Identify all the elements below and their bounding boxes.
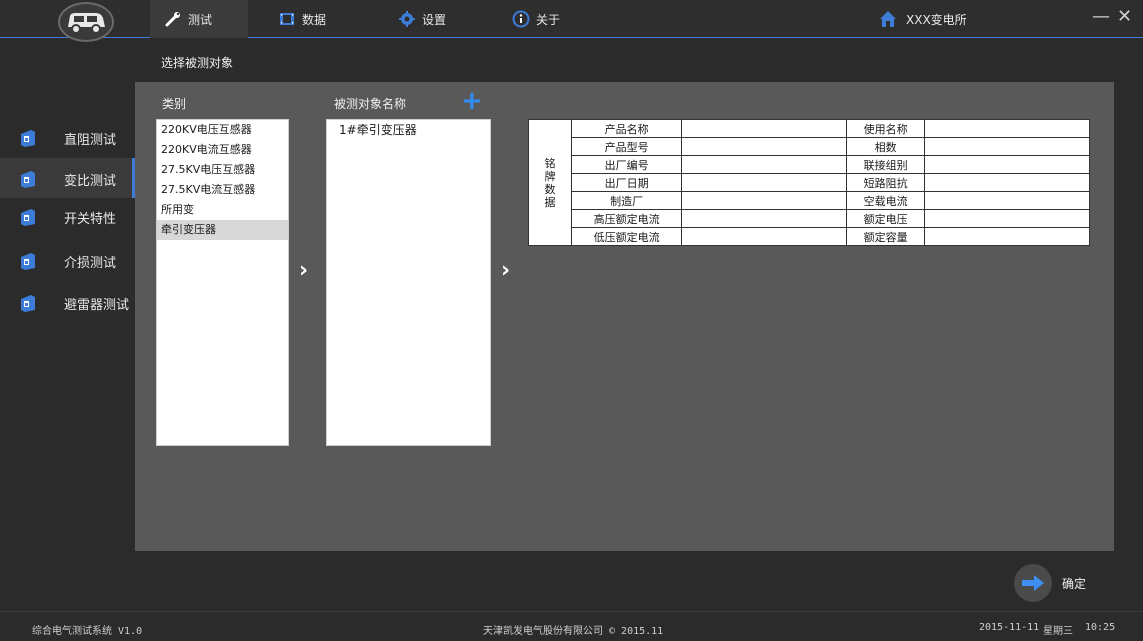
sidebar-item-label: 直阻测试 — [64, 133, 117, 148]
sidebar-item-ratio[interactable]: 变比测试 — [0, 158, 135, 198]
field-value[interactable] — [924, 173, 1090, 192]
info-icon — [512, 10, 530, 28]
field-label: 空载电流 — [846, 191, 925, 210]
home-icon — [880, 11, 896, 27]
field-label: 使用名称 — [846, 119, 925, 138]
company-copyright: 天津凯发电气股份有限公司 © 2015.11 — [483, 626, 664, 637]
list-item-selected[interactable]: 牵引变压器 — [157, 220, 288, 240]
sub-header: 选择被测对象 — [135, 38, 1143, 82]
next-arrow-icon[interactable]: › — [501, 258, 510, 283]
table-row: 高压额定电流 额定电压 — [529, 209, 1090, 228]
sidebar-item-arrester[interactable]: 避雷器测试 — [0, 282, 135, 322]
field-value[interactable] — [681, 173, 848, 192]
sidebar-item-label: 变比测试 — [64, 174, 117, 189]
table-row: 产品型号 相数 — [529, 137, 1090, 156]
tab-settings[interactable]: 设置 — [398, 0, 446, 38]
list-item[interactable]: 所用变 — [157, 200, 288, 220]
field-label: 联接组别 — [846, 155, 925, 174]
list-item[interactable]: 27.5KV电压互感器 — [157, 160, 288, 180]
list-item[interactable]: 220KV电压互感器 — [157, 120, 288, 140]
field-value[interactable] — [681, 191, 848, 210]
wrench-icon — [165, 12, 180, 27]
top-bar: 测试 数据 设置 关于 XXX变电所 — ✕ — [0, 0, 1143, 38]
sidebar-item-label: 开关特性 — [64, 212, 117, 227]
field-value[interactable] — [924, 191, 1090, 210]
table-row: 出厂日期 短路阻抗 — [529, 173, 1090, 192]
main-panel: 类别 220KV电压互感器 220KV电流互感器 27.5KV电压互感器 27.… — [135, 82, 1114, 551]
field-label: 额定容量 — [846, 227, 925, 246]
field-label: 高压额定电流 — [570, 209, 683, 228]
field-label: 产品名称 — [570, 119, 683, 138]
field-value[interactable] — [924, 119, 1090, 138]
page-title: 选择被测对象 — [161, 56, 234, 70]
field-value[interactable] — [681, 209, 848, 228]
field-value[interactable] — [924, 137, 1090, 156]
device-icon — [21, 295, 35, 312]
status-date: 2015-11-11 — [979, 622, 1040, 633]
tab-test-label: 测试 — [188, 12, 213, 27]
sidebar-item-resistance[interactable]: 直阻测试 — [0, 117, 135, 157]
device-icon — [21, 130, 35, 147]
category-label: 类别 — [162, 97, 187, 111]
table-row: 低压额定电流 额定容量 — [529, 227, 1090, 246]
app-version: 综合电气测试系统 V1.0 — [32, 626, 143, 637]
field-label: 出厂日期 — [570, 173, 683, 192]
close-button[interactable]: ✕ — [1117, 6, 1132, 27]
app-logo — [58, 2, 114, 42]
minimize-button[interactable]: — — [1092, 6, 1110, 27]
tab-data[interactable]: 数据 — [278, 0, 326, 38]
sidebar-item-dielectric[interactable]: 介损测试 — [0, 240, 135, 280]
gear-icon — [399, 11, 415, 27]
tab-data-label: 数据 — [302, 12, 327, 27]
sidebar: 直阻测试 变比测试 开关特性 介损测试 避雷器测试 — [0, 38, 135, 611]
sidebar-item-label: 介损测试 — [64, 256, 117, 271]
tab-test[interactable]: 测试 — [150, 0, 248, 38]
field-value[interactable] — [681, 227, 848, 246]
list-item[interactable]: 1#牵引变压器 — [327, 120, 490, 140]
field-label: 出厂编号 — [570, 155, 683, 174]
device-icon — [21, 253, 35, 270]
field-value[interactable] — [681, 137, 848, 156]
category-list[interactable]: 220KV电压互感器 220KV电流互感器 27.5KV电压互感器 27.5KV… — [156, 119, 289, 446]
table-row: 制造厂 空载电流 — [529, 191, 1090, 210]
status-weekday: 星期三 — [1043, 626, 1073, 637]
nameplate-group-label: 铭 牌 数 据 — [528, 119, 572, 246]
field-label: 低压额定电流 — [570, 227, 683, 246]
next-arrow-icon[interactable]: › — [299, 258, 308, 283]
field-label: 额定电压 — [846, 209, 925, 228]
status-time: 10:25 — [1085, 622, 1116, 633]
arrow-right-icon — [1014, 564, 1052, 602]
confirm-button[interactable]: 确定 — [1014, 564, 1086, 602]
tab-about[interactable]: 关于 — [512, 0, 560, 38]
film-icon — [280, 13, 294, 25]
object-list[interactable]: 1#牵引变压器 — [326, 119, 491, 446]
tab-about-label: 关于 — [536, 12, 561, 27]
list-item[interactable]: 220KV电流互感器 — [157, 140, 288, 160]
field-value[interactable] — [924, 209, 1090, 228]
sidebar-item-switch[interactable]: 开关特性 — [0, 196, 135, 236]
nameplate-table: 铭 牌 数 据 产品名称 使用名称 产品型号 相数 出厂编号 联接组别 出厂日期… — [528, 119, 1090, 246]
table-row: 出厂编号 联接组别 — [529, 155, 1090, 174]
sidebar-item-label: 避雷器测试 — [64, 298, 130, 313]
list-item[interactable]: 27.5KV电流互感器 — [157, 180, 288, 200]
field-value[interactable] — [924, 155, 1090, 174]
tab-settings-label: 设置 — [422, 12, 447, 27]
location-display: XXX变电所 — [878, 0, 967, 38]
add-object-button[interactable]: + — [461, 88, 483, 114]
field-label: 相数 — [846, 137, 925, 156]
device-icon — [21, 171, 35, 188]
object-label: 被测对象名称 — [334, 97, 407, 111]
field-value[interactable] — [681, 119, 848, 138]
location-label: XXX变电所 — [906, 12, 967, 27]
field-label: 产品型号 — [570, 137, 683, 156]
field-value[interactable] — [681, 155, 848, 174]
field-label: 制造厂 — [570, 191, 683, 210]
field-label: 短路阻抗 — [846, 173, 925, 192]
device-icon — [21, 209, 35, 226]
table-row: 铭 牌 数 据 产品名称 使用名称 — [528, 119, 1090, 246]
status-bar: 综合电气测试系统 V1.0 天津凯发电气股份有限公司 © 2015.11 201… — [0, 611, 1143, 641]
confirm-label: 确定 — [1062, 576, 1087, 591]
field-value[interactable] — [924, 227, 1090, 246]
van-icon — [68, 13, 105, 34]
